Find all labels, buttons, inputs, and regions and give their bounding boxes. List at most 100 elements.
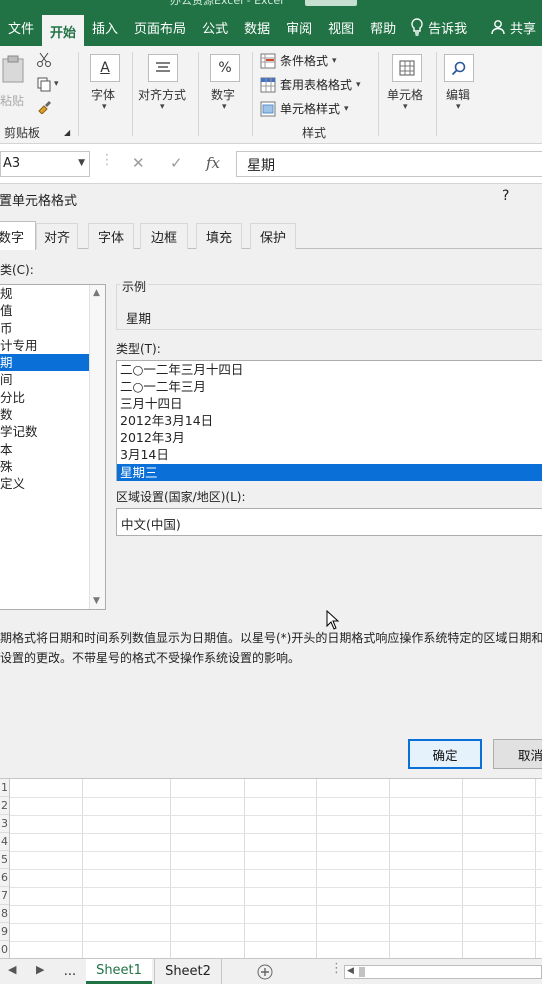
help-button[interactable]: ? <box>502 188 509 204</box>
cancel-button[interactable]: 取消 <box>493 739 542 769</box>
locale-select[interactable]: 中文(中国) <box>116 508 542 536</box>
cell-style-button[interactable]: 单元格样式 ▾ <box>260 100 349 117</box>
tab-insert[interactable]: 插入 <box>84 12 126 42</box>
number-group-button[interactable]: % 数字 ▾ <box>206 52 246 114</box>
sample-group <box>116 284 542 330</box>
tab-data[interactable]: 数据 <box>236 12 278 42</box>
tab-number[interactable]: 数字 <box>0 221 36 250</box>
tab-help[interactable]: 帮助 <box>362 12 404 42</box>
tab-protection[interactable]: 保护 <box>250 223 296 249</box>
sheet-tab-sheet1[interactable]: Sheet1 <box>86 959 152 984</box>
group-divider <box>78 52 79 136</box>
tab-page-layout[interactable]: 页面布局 <box>126 12 194 42</box>
chevron-right-icon[interactable]: ▶ <box>36 963 44 976</box>
confirm-icon[interactable]: ✓ <box>170 154 183 172</box>
lightbulb-icon <box>411 18 423 36</box>
conditional-format-label: 条件格式 <box>280 54 329 68</box>
sheet-tab-sheet2[interactable]: Sheet2 <box>154 959 222 984</box>
row-number[interactable]: 5 <box>0 851 9 869</box>
type-item[interactable]: 2012年3月14日 <box>117 412 542 429</box>
chevron-down-icon: ▾ <box>222 102 227 112</box>
type-list[interactable]: 二○一二年三月十四日 二○一二年三月 三月十四日 2012年3月14日 2012… <box>116 360 542 481</box>
share-button[interactable]: 共享 <box>482 12 542 42</box>
tab-font[interactable]: 字体 <box>88 223 134 249</box>
cut-button[interactable] <box>36 52 52 72</box>
tab-formulas[interactable]: 公式 <box>194 12 236 42</box>
type-item[interactable]: 二○一二年三月十四日 <box>117 361 542 378</box>
row-gridline <box>10 851 542 852</box>
more-sheets-button[interactable]: ... <box>58 959 82 984</box>
chevron-left-icon[interactable]: ◀ <box>347 966 354 976</box>
grip-icon: ⋮ <box>330 961 343 976</box>
row-number[interactable]: 1 <box>0 779 9 797</box>
description-line: 设置的更改。不带星号的格式不受操作系统设置的影响。 <box>0 651 301 665</box>
category-list[interactable]: 规 值 币 计专用 期 间 分比 数 学记数 本 殊 定义 ▲ ▼ <box>0 284 106 610</box>
tab-view[interactable]: 视图 <box>320 12 362 42</box>
category-scrollbar[interactable]: ▲ ▼ <box>89 285 105 609</box>
horizontal-scrollbar[interactable]: ◀ <box>344 965 542 979</box>
formula-input[interactable]: 星期 <box>236 151 542 177</box>
type-item[interactable]: 三月十四日 <box>117 395 542 412</box>
ok-button[interactable]: 确定 <box>408 739 482 769</box>
window-title: 办公资源Excel - Excel <box>170 0 284 7</box>
type-item[interactable]: 2012年3月 <box>117 429 542 446</box>
name-box[interactable]: A3 ▼ <box>0 151 90 177</box>
paste-button[interactable]: 粘贴 <box>0 52 30 108</box>
styles-group-label: 样式 <box>302 126 327 140</box>
row-number[interactable]: 3 <box>0 815 9 833</box>
type-item[interactable]: 二○一二年三月 <box>117 378 542 395</box>
type-item-selected[interactable]: 星期三 <box>117 463 542 481</box>
font-label: 字体 <box>91 88 116 102</box>
row-number[interactable]: 2 <box>0 797 9 815</box>
copy-button[interactable]: ▾ <box>36 76 59 92</box>
row-number[interactable]: 6 <box>0 869 9 887</box>
signin-badge[interactable] <box>305 0 357 6</box>
chevron-down-icon: ▾ <box>356 79 361 90</box>
worksheet-grid[interactable]: 1 2 3 4 5 6 7 8 9 0 <box>0 778 542 959</box>
editing-group-button[interactable]: 编辑 ▾ <box>442 52 482 114</box>
cell-style-icon <box>260 101 276 116</box>
person-icon <box>491 20 505 35</box>
chevron-up-icon[interactable]: ▲ <box>93 288 100 298</box>
row-gridline <box>10 887 542 888</box>
conditional-format-button[interactable]: 条件格式 ▾ <box>260 52 337 69</box>
tab-home[interactable]: 开始 <box>42 15 85 47</box>
row-number[interactable]: 0 <box>0 941 9 959</box>
chevron-down-icon[interactable]: ▼ <box>93 596 100 606</box>
tab-fill[interactable]: 填充 <box>196 223 242 249</box>
row-number[interactable]: 9 <box>0 923 9 941</box>
group-divider <box>198 52 199 136</box>
group-divider <box>252 52 253 136</box>
clipboard-group-label: 剪贴板 <box>4 126 41 140</box>
insert-function-icon[interactable]: fx <box>206 154 220 172</box>
type-item[interactable]: 3月14日 <box>117 446 542 463</box>
format-painter-button[interactable] <box>36 98 52 118</box>
row-number[interactable]: 4 <box>0 833 9 851</box>
chevron-down-icon[interactable]: ▼ <box>78 158 85 168</box>
cells-group-button[interactable]: 单元格 ▾ <box>384 52 430 114</box>
row-number[interactable]: 8 <box>0 905 9 923</box>
chevron-down-icon: ▾ <box>102 102 107 112</box>
chevron-left-icon[interactable]: ◀ <box>8 963 16 976</box>
dialog-title: 设置单元格格式 <box>0 194 78 209</box>
tab-file[interactable]: 文件 <box>0 12 42 42</box>
row-gridline <box>10 923 542 924</box>
row-gridline <box>10 869 542 870</box>
tab-review[interactable]: 审阅 <box>278 12 320 42</box>
font-group-button[interactable]: A 字体 ▾ <box>86 52 126 114</box>
row-number[interactable]: 7 <box>0 887 9 905</box>
search-icon <box>444 54 474 82</box>
table-format-button[interactable]: 套用表格格式 ▾ <box>260 76 361 93</box>
paintbrush-icon <box>38 101 51 115</box>
tab-border[interactable]: 边框 <box>140 223 188 249</box>
tab-alignment[interactable]: 对齐 <box>36 223 78 249</box>
sample-label: 示例 <box>120 278 149 295</box>
chevron-down-icon: ▾ <box>332 55 337 66</box>
tell-me-search[interactable]: 告诉我 <box>404 12 473 42</box>
scrollbar-thumb[interactable] <box>359 967 365 977</box>
dialog-launcher-icon[interactable]: ◢ <box>64 128 70 137</box>
cancel-icon[interactable]: ✕ <box>132 154 145 172</box>
add-sheet-button[interactable] <box>250 959 280 984</box>
alignment-group-button[interactable]: 对齐方式 ▾ <box>136 52 192 114</box>
format-description: 期格式将日期和时间系列数值显示为日期值。以星号(*)开头的日期格式响应操作系统特… <box>0 628 542 668</box>
